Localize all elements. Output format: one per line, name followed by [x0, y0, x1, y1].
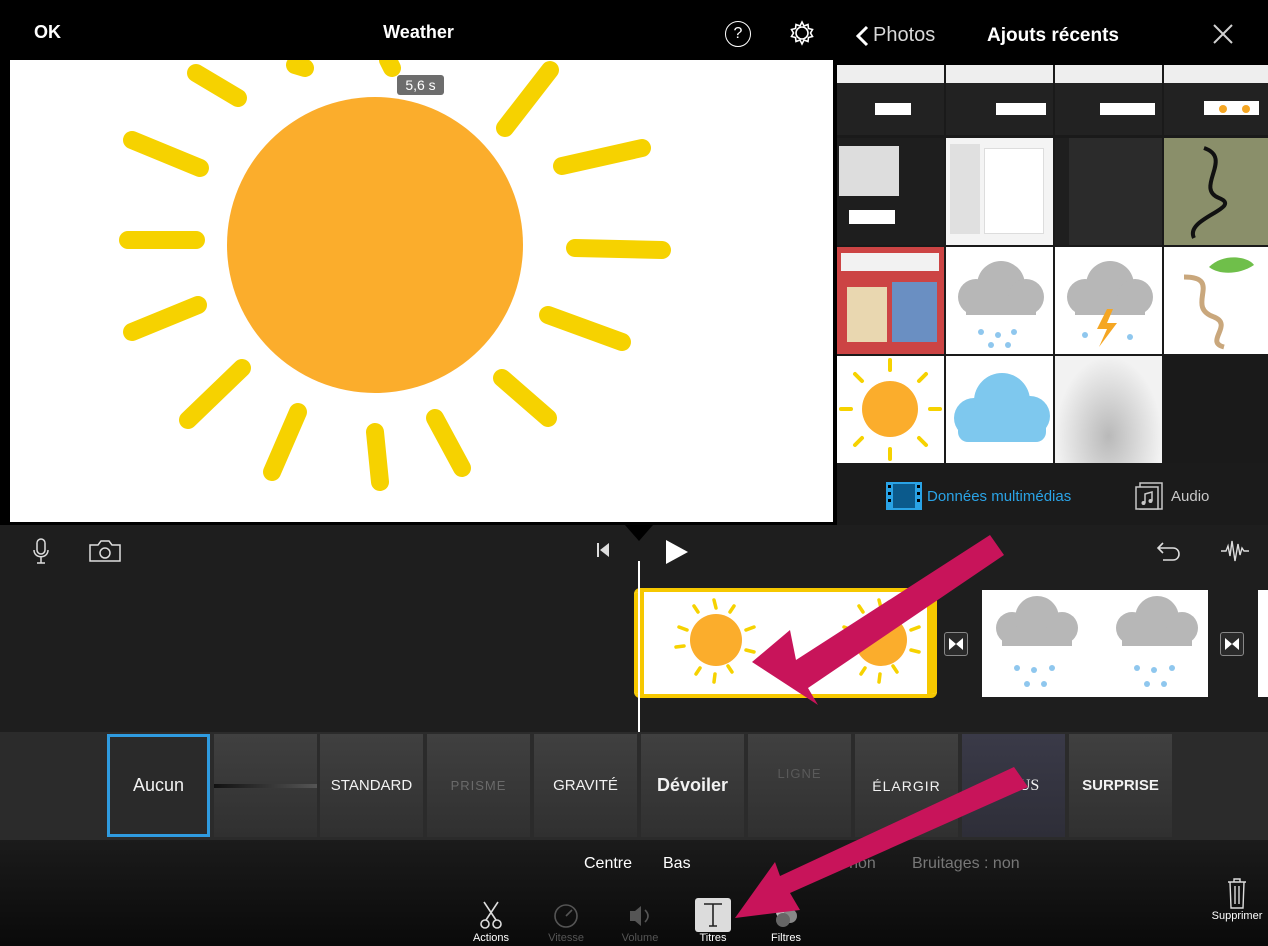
position-center-option[interactable]: Centre [584, 855, 632, 873]
camera-icon[interactable] [88, 539, 122, 563]
title-t-icon [695, 898, 731, 932]
chevron-left-icon [855, 25, 869, 46]
timeline-clip-next[interactable] [1258, 590, 1268, 697]
playhead-marker [625, 525, 653, 541]
settings-gear-icon[interactable] [789, 20, 815, 46]
thumbnail-blue-cloud[interactable] [946, 356, 1053, 463]
rain-cloud-icon [958, 261, 1044, 348]
timeline-clip-rain[interactable] [982, 590, 1208, 697]
media-browser: Photos Ajouts récents Données multimédia… [837, 0, 1268, 525]
media-thumbnail-grid [837, 65, 1268, 463]
back-label: Photos [873, 24, 936, 46]
thumbnail-screenshot[interactable] [837, 138, 944, 245]
video-preview[interactable] [10, 60, 833, 522]
music-note-icon [1135, 482, 1163, 510]
viewer-top-bar: OK Weather ? [0, 0, 837, 60]
title-styles-strip: Aucun STANDARD PRISME GRAVITÉ Dévoiler L… [0, 732, 1268, 840]
storm-cloud-icon [1067, 261, 1153, 347]
media-tabs: Données multimédias Audio [837, 463, 1268, 525]
transition-button[interactable] [944, 632, 968, 656]
wind-leaf-icon [1183, 257, 1254, 350]
sun-icon [839, 358, 942, 461]
title-style-surprise[interactable]: SURPRISE [1069, 734, 1172, 837]
title-style-simple[interactable] [214, 734, 317, 837]
title-style-ligne[interactable]: LIGNE [748, 734, 851, 837]
thumbnail-wind[interactable] [1164, 247, 1268, 354]
thumbnail-screenshot[interactable] [946, 138, 1053, 245]
delete-button[interactable]: Supprimer [1206, 876, 1268, 922]
tab-media-label: Données multimédias [927, 487, 1072, 505]
bottom-toolbar: Centre Bas nd : non Bruitages : non Acti… [0, 840, 1268, 946]
clip-duration-badge: 5,6 s [397, 75, 444, 95]
microphone-icon[interactable] [32, 537, 50, 565]
cloud-icon [954, 373, 1050, 442]
thumbnail-map[interactable] [1164, 138, 1268, 245]
timeline[interactable] [0, 525, 1268, 732]
album-title: Ajouts récents [987, 25, 1119, 46]
skip-to-start-icon[interactable] [596, 542, 610, 558]
title-style-devoiler[interactable]: Dévoiler [641, 734, 744, 837]
title-style-elargir[interactable]: ÉLARGIR [855, 734, 958, 837]
tool-filters-label: Filtres [771, 932, 801, 944]
tool-filters[interactable]: Filtres [756, 898, 816, 944]
thumbnail-fog[interactable] [1055, 356, 1162, 463]
speaker-icon [630, 906, 649, 926]
title-style-aucun[interactable]: Aucun [107, 734, 210, 837]
tool-speed[interactable]: Vitesse [536, 898, 596, 944]
tool-volume[interactable]: Volume [610, 898, 670, 944]
bowtie-transition-icon [949, 638, 963, 650]
thumbnail-classroom-photo[interactable] [837, 247, 944, 354]
sun-clip-frames [674, 598, 921, 684]
thumbnail-screenshot[interactable] [1055, 65, 1162, 135]
close-icon[interactable] [1209, 20, 1237, 48]
tool-titles[interactable]: Titres [683, 898, 743, 944]
back-to-photos-button[interactable]: Photos [855, 24, 935, 47]
thumbnail-storm-cloud[interactable] [1055, 247, 1162, 354]
thumbnail-sun[interactable] [837, 356, 944, 463]
tab-audio[interactable]: Audio [1135, 481, 1209, 511]
title-style-prisme[interactable]: PRISME [427, 734, 530, 837]
title-style-gravite[interactable]: GRAVITÉ [534, 734, 637, 837]
tool-actions[interactable]: Actions [461, 898, 521, 944]
bowtie-transition-icon [1225, 638, 1239, 650]
title-style-preview-bar [214, 783, 317, 788]
film-strip-icon [886, 482, 922, 510]
play-icon[interactable] [664, 539, 690, 565]
tab-media[interactable]: Données multimédias [885, 481, 1071, 511]
thumbnail-rain-cloud[interactable] [946, 247, 1053, 354]
sun-image [119, 60, 671, 491]
timeline-clip-sun-selected[interactable] [634, 588, 937, 698]
thumbnail-screenshot[interactable] [837, 65, 944, 135]
thumbnail-screenshot[interactable] [1164, 65, 1268, 135]
tool-speed-label: Vitesse [548, 932, 584, 944]
title-style-standard[interactable]: STANDARD [320, 734, 423, 837]
scissors-icon [480, 901, 502, 929]
tool-actions-label: Actions [472, 932, 510, 944]
sound-effects-option[interactable]: Bruitages : non [912, 855, 1020, 873]
thumbnail-folder-list[interactable] [1055, 138, 1162, 245]
undo-icon[interactable] [1155, 539, 1183, 563]
transition-button[interactable] [1220, 632, 1244, 656]
position-bottom-option[interactable]: Bas [663, 855, 691, 873]
background-option[interactable]: nd : non [818, 855, 876, 873]
title-style-focus[interactable]: FOCUS [962, 734, 1065, 837]
playhead[interactable] [638, 561, 640, 732]
project-title: Weather [383, 22, 454, 42]
map-route-icon [1190, 146, 1228, 239]
tool-titles-label: Titres [699, 932, 727, 944]
filters-icon [776, 905, 797, 927]
tab-audio-label: Audio [1171, 487, 1210, 505]
trash-icon [1228, 878, 1246, 909]
rain-clip-frames [996, 596, 1198, 687]
thumbnail-screenshot[interactable] [946, 65, 1053, 135]
speedometer-icon [554, 904, 578, 928]
audio-waveform-icon[interactable] [1220, 537, 1250, 565]
tool-volume-label: Volume [621, 932, 659, 944]
delete-label: Supprimer [1211, 910, 1263, 922]
help-button[interactable]: ? [725, 21, 751, 47]
